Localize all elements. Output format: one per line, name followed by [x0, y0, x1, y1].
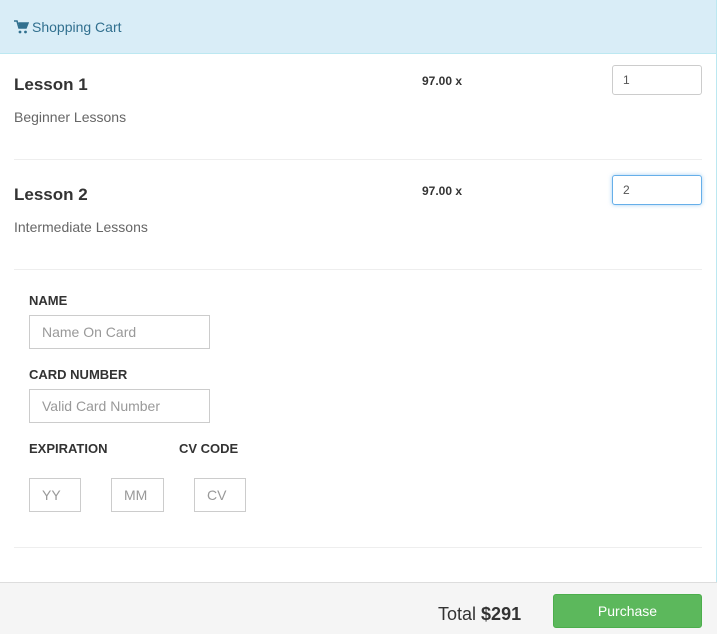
expiration-label: EXPIRATION: [29, 441, 108, 456]
card-number-input[interactable]: [29, 389, 210, 423]
shopping-cart-panel: Shopping Cart Lesson 1 Beginner Lessons …: [0, 0, 717, 634]
card-number-label: CARD NUMBER: [29, 367, 128, 382]
panel-header: Shopping Cart: [0, 0, 716, 54]
total-value: $291: [481, 604, 522, 624]
expiration-month-input[interactable]: [111, 478, 164, 512]
cart-item: Lesson 2 Intermediate Lessons 97.00 x: [14, 160, 702, 270]
total-label: Total: [438, 604, 477, 624]
shopping-cart-icon: [14, 19, 29, 33]
panel-title: Shopping Cart: [32, 18, 122, 35]
quantity-input[interactable]: [612, 175, 702, 205]
purchase-button[interactable]: Purchase: [553, 594, 702, 628]
cv-code-input[interactable]: [194, 478, 246, 512]
item-description: Beginner Lessons: [14, 109, 127, 125]
panel-footer: Total $291 Purchase: [0, 582, 717, 634]
name-on-card-input[interactable]: [29, 315, 210, 349]
cv-code-label: CV CODE: [179, 441, 239, 456]
cart-item: Lesson 1 Beginner Lessons 97.00 x: [14, 50, 702, 160]
item-description: Intermediate Lessons: [14, 219, 148, 235]
item-price: 97.00 x: [422, 74, 463, 88]
expiration-year-input[interactable]: [29, 478, 81, 512]
name-label: NAME: [29, 293, 68, 308]
item-price: 97.00 x: [422, 184, 463, 198]
item-name: Lesson 2: [14, 185, 88, 204]
quantity-input[interactable]: [612, 65, 702, 95]
item-name: Lesson 1: [14, 75, 88, 94]
order-total: Total $291: [438, 604, 521, 625]
divider: [14, 547, 702, 548]
